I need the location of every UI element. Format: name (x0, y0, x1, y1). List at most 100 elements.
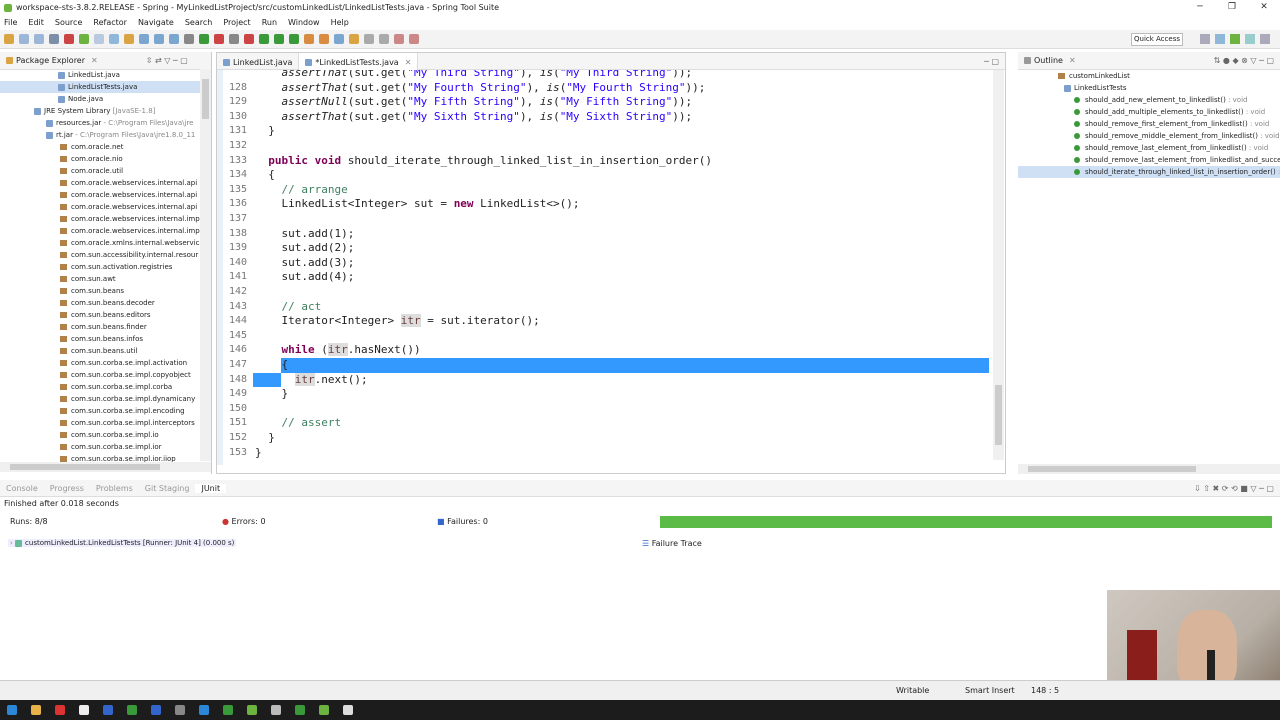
package-explorer-tab[interactable]: Package Explorer ✕ ⇳ ⇄ ▽ ─ ▢ (0, 52, 211, 70)
code-text[interactable]: LinkedList<Integer> sut = new LinkedList… (255, 197, 579, 212)
chrome-icon[interactable] (55, 705, 65, 715)
package-item[interactable]: com.oracle.webservices.internal.imp (0, 225, 200, 237)
mark-icon[interactable] (124, 34, 134, 44)
perspective-spring-icon[interactable] (1230, 34, 1240, 44)
open-task-icon[interactable] (319, 34, 329, 44)
outline-item[interactable]: should_remove_middle_element_from_linked… (1018, 130, 1280, 142)
code-text[interactable]: while (itr.hasNext()) (255, 343, 421, 358)
menu-edit[interactable]: Edit (28, 18, 44, 27)
package-item[interactable]: com.sun.corba.se.impl.interceptors (0, 417, 200, 429)
code-line[interactable]: 149 } (217, 387, 992, 402)
outline-item[interactable]: should_iterate_through_linked_list_in_in… (1018, 166, 1280, 178)
boot-dashboard-icon[interactable] (244, 34, 254, 44)
package-item[interactable]: com.oracle.nio (0, 153, 200, 165)
outline-item[interactable]: should_remove_last_element_from_linkedli… (1018, 142, 1280, 154)
package-item[interactable]: com.sun.corba.se.impl.activation (0, 357, 200, 369)
sts-window-icon[interactable] (319, 705, 329, 715)
package-item[interactable]: com.oracle.webservices.internal.api (0, 177, 200, 189)
package-item[interactable]: com.oracle.webservices.internal.api (0, 189, 200, 201)
run-icon[interactable] (199, 34, 209, 44)
quick-access-field[interactable]: Quick Access (1131, 33, 1183, 46)
tree-scrollbar[interactable] (200, 69, 211, 461)
restore-icon[interactable]: ❐ (1216, 0, 1248, 15)
code-line[interactable]: 151 // assert (217, 416, 992, 431)
perspective-java-ee-icon[interactable] (1215, 34, 1225, 44)
perspective-git-icon[interactable] (1260, 34, 1270, 44)
annotation-icon[interactable] (349, 34, 359, 44)
menu-search[interactable]: Search (185, 18, 212, 27)
new-package-icon[interactable] (274, 34, 284, 44)
code-line[interactable]: 146 while (itr.hasNext()) (217, 343, 992, 358)
code-line[interactable]: 143 // act (217, 300, 992, 315)
menu-window[interactable]: Window (288, 18, 320, 27)
code-line[interactable]: 136 LinkedList<Integer> sut = new Linked… (217, 197, 992, 212)
tab-linkedlist-java[interactable]: LinkedList.java (217, 53, 298, 71)
block-icon[interactable] (169, 34, 179, 44)
package-item[interactable]: com.sun.beans.editors (0, 309, 200, 321)
package-item[interactable]: com.oracle.webservices.internal.api (0, 201, 200, 213)
package-item[interactable]: com.sun.corba.se.impl.encoding (0, 405, 200, 417)
new-class-icon[interactable] (289, 34, 299, 44)
outline-item[interactable]: should_add_multiple_elements_to_linkedli… (1018, 106, 1280, 118)
tab-junit[interactable]: JUnit (195, 483, 227, 493)
toggle-icon[interactable] (94, 34, 104, 44)
code-text[interactable]: } (255, 124, 275, 139)
forward-icon[interactable] (409, 34, 419, 44)
code-text[interactable]: assertNull(sut.get("My Fifth String"), i… (255, 95, 693, 110)
menu-project[interactable]: Project (223, 18, 250, 27)
tab-problems[interactable]: Problems (90, 484, 139, 493)
start-icon[interactable] (7, 705, 17, 715)
browser-icon[interactable] (199, 705, 209, 715)
external-tools-icon[interactable] (229, 34, 239, 44)
package-item[interactable]: com.sun.activation.registries (0, 261, 200, 273)
package-item[interactable]: com.oracle.xmlns.internal.webservic (0, 237, 200, 249)
code-text[interactable]: } (255, 446, 262, 461)
package-item[interactable]: com.sun.beans.util (0, 345, 200, 357)
new-java-project-icon[interactable] (259, 34, 269, 44)
code-text[interactable]: } (255, 387, 288, 402)
package-item[interactable]: com.sun.beans (0, 285, 200, 297)
code-editor[interactable]: LinkedList.java *LinkedListTests.java ✕ … (216, 52, 1006, 474)
save-icon[interactable] (19, 34, 29, 44)
editor-min-max-icon[interactable]: ─ ▢ (984, 53, 1005, 69)
search-icon[interactable] (334, 34, 344, 44)
menu-navigate[interactable]: Navigate (138, 18, 174, 27)
code-line[interactable]: 132 (217, 139, 992, 154)
skype-icon[interactable] (151, 705, 161, 715)
code-line[interactable]: 133 public void should_iterate_through_l… (217, 154, 992, 169)
outline-item[interactable]: LinkedListTests (1018, 82, 1280, 94)
close-icon[interactable]: ✕ (1248, 0, 1280, 15)
package-item[interactable]: resources.jar - C:\Program Files\Java\jr… (0, 117, 200, 129)
editor-app-icon[interactable] (271, 705, 281, 715)
package-item[interactable]: com.sun.beans.infos (0, 333, 200, 345)
code-line[interactable]: 144 Iterator<Integer> itr = sut.iterator… (217, 314, 992, 329)
code-text[interactable]: Iterator<Integer> itr = sut.iterator(); (255, 314, 540, 329)
new-icon[interactable] (4, 34, 14, 44)
package-item[interactable]: rt.jar - C:\Program Files\Java\jre1.8.0_… (0, 129, 200, 141)
perspective-open-icon[interactable] (1200, 34, 1210, 44)
editor-scrollbar[interactable] (993, 70, 1004, 460)
back-icon[interactable] (394, 34, 404, 44)
code-line[interactable]: 148 itr.next(); (217, 372, 992, 388)
package-item[interactable]: com.sun.corba.se.impl.ior (0, 441, 200, 453)
spring-tool-suite-icon[interactable] (247, 705, 257, 715)
package-item[interactable]: com.oracle.net (0, 141, 200, 153)
code-line[interactable]: 153} (217, 446, 992, 461)
code-line[interactable]: 128 assertThat(sut.get("My Fourth String… (217, 81, 992, 96)
outline-item[interactable]: customLinkedList (1018, 70, 1280, 82)
junit-toolbar-icon[interactable]: ⇩ ⇧ ✖ ⟳ ⟲ ■ ▽ ─ ▢ (1188, 484, 1280, 493)
code-line[interactable]: 135 // arrange (217, 183, 992, 198)
code-line[interactable]: 138 sut.add(1); (217, 227, 992, 242)
code-text[interactable]: { (255, 168, 275, 183)
code-text[interactable]: assertThat(sut.get("My Third String"), i… (255, 70, 693, 81)
code-text[interactable]: sut.add(2); (255, 241, 354, 256)
app-icon[interactable] (103, 705, 113, 715)
code-line[interactable]: 147 { (217, 358, 992, 373)
code-text[interactable]: // arrange (255, 183, 348, 198)
code-text[interactable]: } (255, 431, 275, 446)
tree-hscrollbar[interactable] (0, 462, 211, 472)
package-item[interactable]: LinkedListTests.java (0, 81, 200, 93)
code-line[interactable]: 150 (217, 402, 992, 417)
perspective-java-icon[interactable] (1245, 34, 1255, 44)
view-menu-icon[interactable]: ⇳ ⇄ ▽ ─ ▢ (146, 56, 188, 65)
